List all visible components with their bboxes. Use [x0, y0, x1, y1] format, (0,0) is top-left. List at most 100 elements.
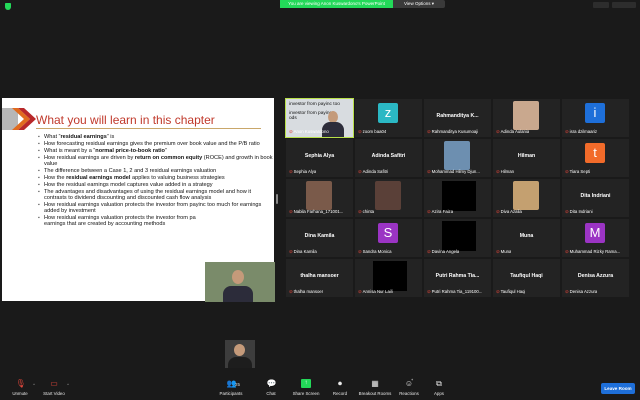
record-icon: ⏺: [338, 379, 342, 388]
security-shield-icon[interactable]: [5, 3, 11, 10]
participant-display-name: Dita Indriani: [580, 193, 611, 199]
microphone-muted-icon: ⊘: [358, 129, 362, 134]
participant-label: ⊘Davina Angela: [427, 249, 460, 254]
chat-bubble-icon: 💬: [266, 379, 277, 388]
presenter-body: [223, 286, 253, 302]
participant-tile[interactable]: ⊘Azira Faiza: [424, 179, 491, 217]
participant-tile[interactable]: Dita Indriani ⊘Dita Indriani: [562, 179, 629, 217]
participant-avatar: z: [378, 103, 398, 123]
microphone-muted-icon: ⊘: [427, 209, 431, 214]
participant-display-name: Putri Rahma Tia...: [435, 273, 480, 279]
participant-tile[interactable]: ⊘Annisa Nur Laili: [355, 259, 422, 297]
participant-tile[interactable]: Sephia Alya ⊘Sephia Alya: [286, 139, 353, 177]
participant-tile[interactable]: ⊘chinta: [355, 179, 422, 217]
participant-video-off: [373, 261, 407, 291]
participant-display-name: Dina Kamila: [304, 233, 335, 239]
microphone-muted-icon: ⊘: [358, 249, 362, 254]
participant-label: ⊘Diva Azalia: [496, 209, 522, 214]
slide-bullet: How residual earnings valuation protects…: [38, 202, 274, 215]
view-options-button[interactable]: View Options ▾: [393, 0, 445, 8]
participant-tile[interactable]: investor from payinc too investor from pa…: [285, 98, 354, 138]
participant-avatar: t: [585, 143, 605, 163]
apps-button[interactable]: ⧉ Apps: [419, 378, 459, 398]
profile-photo: [513, 101, 539, 130]
slide-bullet: How the residual earnings model applies …: [38, 175, 274, 182]
minimize-icon[interactable]: [593, 2, 609, 8]
microphone-muted-icon: ⊘: [289, 209, 293, 214]
participant-label: ⊘Dina Kamila: [289, 249, 317, 254]
microphone-muted-icon: ⊘: [289, 129, 293, 134]
slide-bullet: How the residual earnings model captures…: [38, 182, 274, 189]
microphone-muted-icon: ⊘: [496, 209, 500, 214]
slide-chevron-decoration: [2, 108, 36, 130]
participant-tile[interactable]: t ⊘Tiara Septi: [562, 139, 629, 177]
microphone-muted-icon: ⊘: [565, 289, 569, 294]
participant-tile[interactable]: ⊘Diva Azalia: [493, 179, 560, 217]
participant-tile[interactable]: z ⊘zoom baa04: [355, 99, 422, 137]
microphone-muted-icon: ⊘: [565, 249, 569, 254]
participants-count: 25: [235, 382, 241, 387]
slide-bullet: How forecasting residual earnings gives …: [38, 141, 274, 148]
video-camera-off-icon: ▭: [50, 379, 58, 388]
profile-photo: [306, 181, 332, 210]
participant-label: ⊘Rahmanditya Kusumoaji: [427, 129, 479, 134]
participant-tile[interactable]: Rahmanditya K... ⊘Rahmanditya Kusumoaji: [424, 99, 491, 137]
participant-avatar: i: [585, 103, 605, 123]
participant-tile[interactable]: Putri Rahma Tia... ⊘Putri Rahma Tia_11910…: [424, 259, 491, 297]
microphone-muted-icon: ⊘: [565, 169, 569, 174]
participant-tile[interactable]: Denisa Azzura ⊘Denisa Azzura: [562, 259, 629, 297]
slide-bullet-list: What “residual earnings” is How forecast…: [38, 134, 274, 228]
participant-label: ⊘Adinda Aulania: [496, 129, 530, 134]
reactions-plus-icon: +: [411, 378, 414, 382]
slide-bullet: What is meant by a “normal price-to-book…: [38, 148, 274, 155]
profile-photo: [375, 181, 401, 210]
participant-label: ⊘Azira Faiza: [427, 209, 454, 214]
record-button[interactable]: ⏺ Record: [320, 378, 360, 398]
microphone-muted-icon: ⊘: [427, 249, 431, 254]
participant-tile[interactable]: ⊘Davina Angela: [424, 219, 491, 257]
microphone-muted-icon: ⊘: [289, 169, 293, 174]
participant-tile[interactable]: ⊘Nabila Farhana_171001...: [286, 179, 353, 217]
participant-label: ⊘thalha mansoer: [289, 289, 324, 294]
slide-title-rule: [36, 128, 261, 129]
participant-video-off: [442, 181, 476, 211]
participant-tile[interactable]: Dina Kamila ⊘Dina Kamila: [286, 219, 353, 257]
participant-label: ⊘zoom baa04: [358, 129, 387, 134]
microphone-muted-icon: ⊘: [358, 169, 362, 174]
participant-tile[interactable]: Taufiqul Haqi ⊘Taufiqul Haqi: [493, 259, 560, 297]
participant-label: ⊘Muna: [496, 249, 512, 254]
participant-label: ⊘Denisa Azzura: [565, 289, 598, 294]
participant-tile[interactable]: S ⊘Sandra Monica: [355, 219, 422, 257]
microphone-muted-icon: 🎙: [15, 379, 26, 388]
splitter-handle[interactable]: [276, 194, 278, 204]
self-head: [234, 344, 245, 356]
participant-tile[interactable]: thalha mansoer ⊘thalha mansoer: [286, 259, 353, 297]
breakout-rooms-icon: ▦: [371, 379, 379, 388]
chat-button[interactable]: 💬 Chat: [251, 378, 291, 398]
participant-tile[interactable]: Adinda Safitri ⊘Adinda Safitri: [355, 139, 422, 177]
participant-tile[interactable]: i ⊘isra dzilmaariz: [562, 99, 629, 137]
participant-video-off: [442, 221, 476, 251]
participant-label: ⊘Sephia Alya: [289, 169, 317, 174]
participant-label: ⊘Annisa Nur Laili: [358, 289, 393, 294]
participant-tile[interactable]: Muna ⊘Muna: [493, 219, 560, 257]
participant-tile[interactable]: ⊘Adinda Aulania: [493, 99, 560, 137]
microphone-muted-icon: ⊘: [358, 289, 362, 294]
chevron-up-icon[interactable]: ^: [67, 382, 69, 387]
participants-button[interactable]: 👥 25 Participants: [211, 378, 251, 398]
participant-tile[interactable]: M ⊘Muhammad Rizky Rama...: [562, 219, 629, 257]
zoom-meeting-window: You are viewing Anon Kuswardono's PowerP…: [0, 0, 640, 400]
slide-title: What you will learn in this chapter: [36, 113, 215, 127]
microphone-muted-icon: ⊘: [427, 129, 431, 134]
microphone-muted-icon: ⊘: [565, 129, 569, 134]
participant-tile[interactable]: Hilman ⊘Hilman: [493, 139, 560, 177]
participant-tile[interactable]: ⊘Mohammad Hilmy Djun...: [424, 139, 491, 177]
participant-display-name: Denisa Azzura: [577, 273, 614, 279]
leave-room-button[interactable]: Leave Room: [601, 383, 635, 394]
participant-label: ⊘Taufiqul Haqi: [496, 289, 526, 294]
participant-label: ⊘Anon Kuswardono: [289, 129, 329, 134]
start-video-button[interactable]: ▭ ^ Start Video: [34, 378, 74, 398]
fullscreen-icon[interactable]: [612, 2, 636, 8]
screen-share-banner: You are viewing Anon Kuswardono's PowerP…: [280, 0, 393, 8]
participant-label: ⊘Sandra Monica: [358, 249, 392, 254]
